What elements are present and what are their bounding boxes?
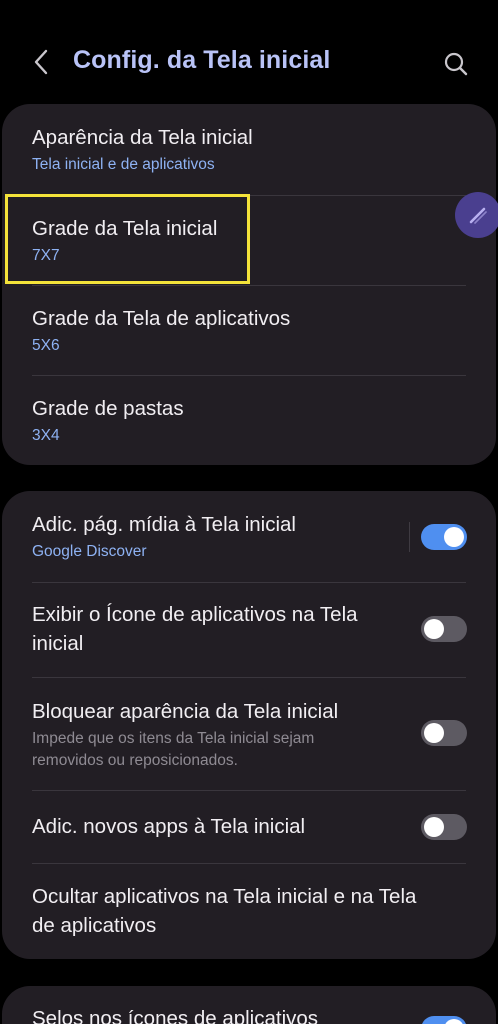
page-title: Config. da Tela inicial	[73, 46, 331, 74]
item-title: Grade da Tela de aplicativos	[32, 307, 291, 330]
list-item-lock-layout[interactable]: Bloquear aparência da Tela inicial Imped…	[2, 677, 496, 790]
options-card: Adic. pág. mídia à Tela inicial Google D…	[2, 491, 496, 959]
item-subtitle: 3X4	[32, 427, 60, 444]
item-title: Adic. pág. mídia à Tela inicial	[32, 513, 296, 536]
list-item-apps-icon[interactable]: Exibir o Ícone de aplicativos na Tela in…	[2, 582, 496, 677]
item-subtitle: 5X6	[32, 337, 60, 354]
lock-layout-toggle[interactable]	[421, 720, 467, 746]
app-bar: Config. da Tela inicial	[0, 30, 498, 96]
back-button[interactable]	[24, 42, 58, 82]
toggle-knob	[444, 527, 464, 547]
toggle-knob	[424, 723, 444, 743]
item-title: Grade da Tela inicial	[32, 217, 218, 240]
toggle-knob	[444, 1019, 464, 1024]
item-title: Aparência da Tela inicial	[32, 126, 253, 149]
vertical-separator	[409, 522, 410, 552]
apps-icon-toggle[interactable]	[421, 616, 467, 642]
pencil-icon	[469, 207, 487, 224]
item-title-line1: Ocultar aplicativos na Tela inicial e na…	[32, 885, 417, 908]
search-button[interactable]	[436, 44, 476, 84]
item-subtitle: Tela inicial e de aplicativos	[32, 156, 215, 173]
add-new-apps-toggle[interactable]	[421, 814, 467, 840]
item-subtitle: 7X7	[32, 247, 60, 264]
item-description-line2: removidos ou reposicionados.	[32, 752, 238, 769]
back-arrow-icon	[34, 49, 48, 75]
item-title: Grade de pastas	[32, 397, 184, 420]
toggle-knob	[424, 817, 444, 837]
item-title-line2: inicial	[32, 632, 84, 655]
list-item-apps-grid[interactable]: Grade da Tela de aplicativos 5X6	[2, 285, 496, 375]
home-screen-settings: Config. da Tela inicial Aparência da Tel…	[0, 0, 498, 1024]
list-item-app-badges[interactable]: Selos nos ícones de aplicativos	[2, 986, 496, 1024]
list-item-folder-grid[interactable]: Grade de pastas 3X4	[2, 375, 496, 465]
grid-settings-card: Aparência da Tela inicial Tela inicial e…	[2, 104, 496, 465]
app-badges-toggle[interactable]	[421, 1016, 467, 1024]
item-title: Selos nos ícones de aplicativos	[32, 1007, 319, 1024]
toggle-knob	[424, 619, 444, 639]
list-item-appearance[interactable]: Aparência da Tela inicial Tela inicial e…	[2, 104, 496, 195]
list-item-media-page[interactable]: Adic. pág. mídia à Tela inicial Google D…	[2, 491, 496, 582]
floating-edit-button[interactable]	[455, 192, 498, 238]
badges-card: Selos nos ícones de aplicativos	[2, 986, 496, 1024]
list-item-home-grid[interactable]: Grade da Tela inicial 7X7	[2, 195, 496, 285]
item-subtitle: Google Discover	[32, 543, 147, 560]
item-title: Adic. novos apps à Tela inicial	[32, 815, 306, 838]
list-item-add-new-apps[interactable]: Adic. novos apps à Tela inicial	[2, 790, 496, 863]
media-page-toggle[interactable]	[421, 524, 467, 550]
item-title-line1: Exibir o Ícone de aplicativos na Tela	[32, 603, 358, 626]
list-item-hide-apps[interactable]: Ocultar aplicativos na Tela inicial e na…	[2, 863, 496, 959]
item-description-line1: Impede que os itens da Tela inicial seja…	[32, 730, 315, 747]
search-icon	[444, 52, 468, 76]
item-title: Bloquear aparência da Tela inicial	[32, 700, 339, 723]
item-title-line2: de aplicativos	[32, 914, 157, 937]
